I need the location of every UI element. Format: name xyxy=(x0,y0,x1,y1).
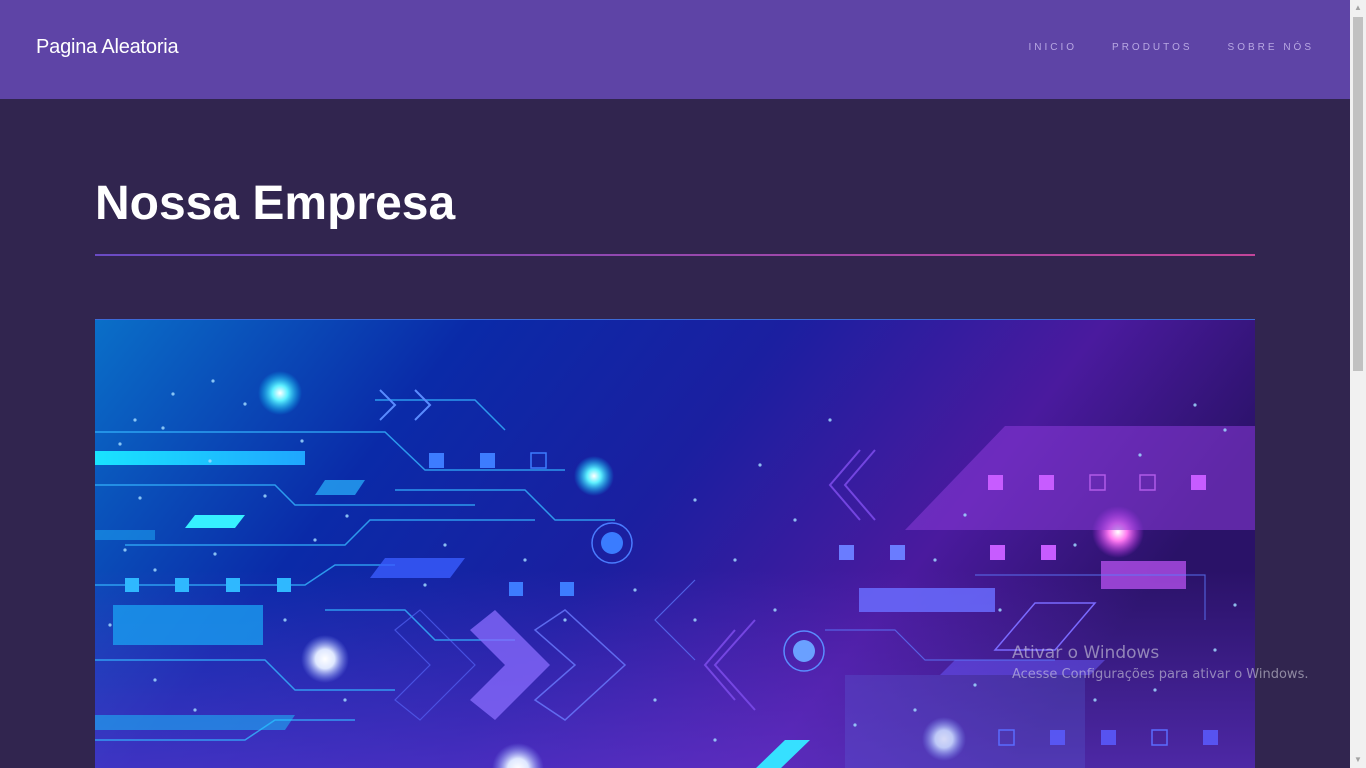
nav-link-produtos[interactable]: PRODUTOS xyxy=(1112,42,1193,53)
scroll-thumb[interactable] xyxy=(1353,17,1363,371)
tech-circuit-illustration-icon xyxy=(95,320,1255,768)
watermark-title: Ativar o Windows xyxy=(1012,643,1160,663)
nav-link-sobre-nos[interactable]: SOBRE NÓS xyxy=(1228,42,1314,53)
scroll-down-arrow-icon[interactable]: ▼ xyxy=(1350,752,1366,768)
title-divider xyxy=(95,254,1255,256)
nav-link-inicio[interactable]: INICIO xyxy=(1028,42,1077,53)
main-nav: INICIO PRODUTOS SOBRE NÓS xyxy=(1028,42,1314,53)
hero-image xyxy=(95,319,1255,768)
site-brand[interactable]: Pagina Aleatoria xyxy=(36,36,179,59)
page-scrollbar[interactable]: ▲ ▼ xyxy=(1350,0,1366,768)
page-title: Nossa Empresa xyxy=(95,177,456,230)
site-header: Pagina Aleatoria INICIO PRODUTOS SOBRE N… xyxy=(0,0,1350,99)
watermark-subtitle: Acesse Configurações para ativar o Windo… xyxy=(1012,667,1309,682)
scroll-up-arrow-icon[interactable]: ▲ xyxy=(1350,0,1366,16)
windows-activation-watermark: Ativar o Windows Acesse Configurações pa… xyxy=(1012,643,1308,682)
